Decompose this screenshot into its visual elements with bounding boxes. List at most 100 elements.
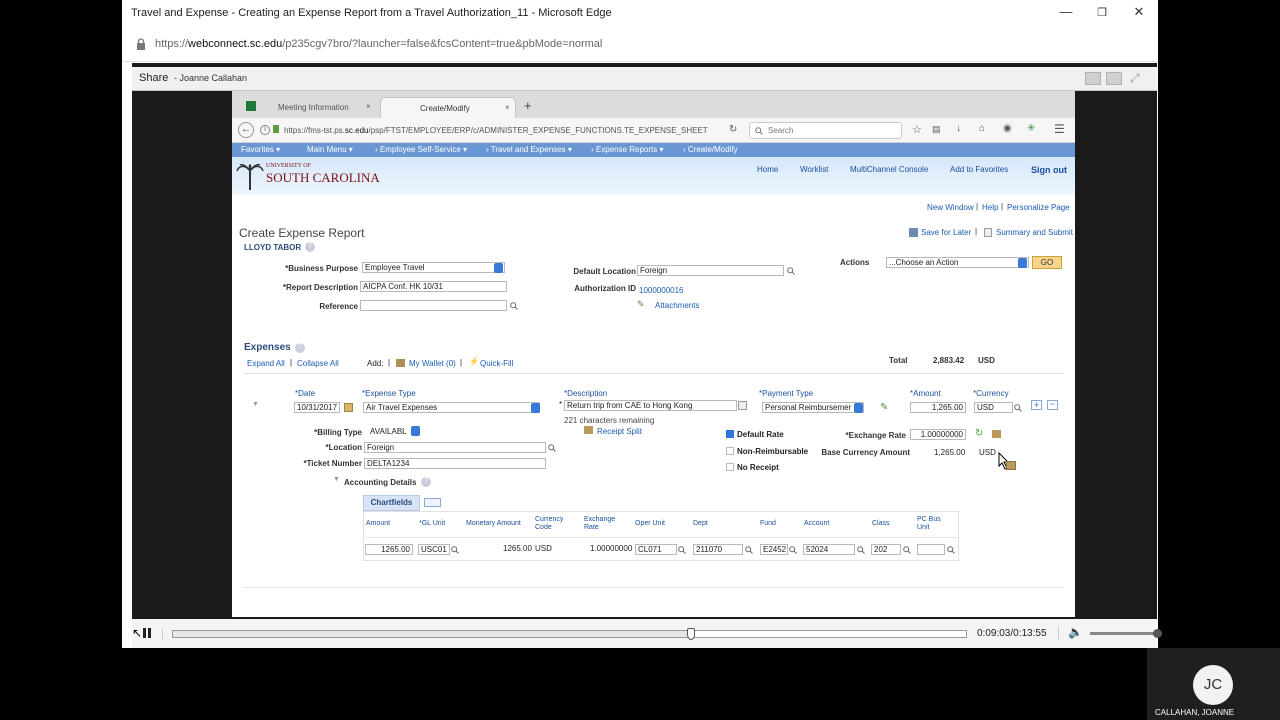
accounting-details-label[interactable]: Accounting Details: [344, 478, 416, 487]
help-icon[interactable]: ?: [305, 242, 315, 252]
chevron-down-icon[interactable]: [531, 403, 540, 413]
inner-search-input[interactable]: Search: [749, 122, 902, 139]
payment-type-select[interactable]: Personal Reimbursemer: [762, 402, 864, 413]
sign-out-link[interactable]: Sign out: [1031, 165, 1067, 175]
inner-url[interactable]: https://fms-tst.ps.sc.edu/psp/FTST/EMPLO…: [284, 126, 708, 135]
home-icon[interactable]: ⌂: [979, 123, 985, 134]
collapse-accounting-icon[interactable]: ▼: [333, 476, 340, 483]
grid-class-input[interactable]: 202: [871, 544, 901, 555]
authorization-id-link[interactable]: 1000000016: [639, 286, 684, 295]
expand-text-icon[interactable]: [738, 401, 747, 410]
bookmark-star-icon[interactable]: ☆: [912, 123, 922, 136]
extension-icon[interactable]: ✳: [1027, 123, 1035, 134]
download-icon[interactable]: ↓: [956, 123, 961, 134]
header-multichannel-link[interactable]: MultiChannel Console: [850, 165, 928, 174]
volume-thumb[interactable]: [1153, 629, 1162, 638]
receipt-split-link[interactable]: Receipt Split: [597, 427, 642, 436]
menu-icon[interactable]: ☰: [1054, 122, 1065, 136]
breadcrumb-expense-reports[interactable]: › Expense Reports ▾: [591, 145, 664, 154]
lookup-icon[interactable]: [947, 546, 955, 554]
pocket-icon[interactable]: ◉: [1003, 123, 1012, 134]
expand-all-link[interactable]: Expand All: [247, 359, 285, 368]
chevron-down-icon[interactable]: [494, 263, 503, 273]
address-bar[interactable]: https://webconnect.sc.edu/p235cgv7bro/?l…: [122, 27, 1158, 62]
chevron-down-icon[interactable]: [411, 426, 420, 436]
new-tab-icon[interactable]: +: [524, 98, 532, 113]
non-reimbursable-checkbox[interactable]: [726, 447, 734, 455]
pause-icon[interactable]: [143, 628, 146, 638]
pause-icon[interactable]: [148, 628, 151, 638]
reload-icon[interactable]: ↻: [729, 124, 737, 135]
delete-row-icon[interactable]: −: [1047, 400, 1058, 410]
lookup-icon[interactable]: [548, 444, 556, 452]
volume-slider[interactable]: [1090, 632, 1156, 635]
header-worklist-link[interactable]: Worklist: [800, 165, 828, 174]
go-button[interactable]: GO: [1032, 256, 1062, 269]
fullscreen-icon[interactable]: ⤢: [1130, 71, 1140, 86]
tab-meeting-information[interactable]: Meeting Information ×: [264, 97, 380, 118]
collapse-all-link[interactable]: Collapse All: [297, 359, 339, 368]
date-input[interactable]: 10/31/2017: [294, 402, 340, 413]
quick-fill-link[interactable]: Quick-Fill: [480, 359, 513, 368]
grid-gl-unit-input[interactable]: USC01: [418, 544, 450, 555]
calendar-icon[interactable]: [344, 403, 353, 412]
grid-account-input[interactable]: 52024: [803, 544, 855, 555]
amount-input[interactable]: 1,265.00: [910, 402, 966, 413]
calculator-icon[interactable]: [992, 430, 1001, 438]
header-home-link[interactable]: Home: [757, 165, 778, 174]
show-all-columns-icon[interactable]: [424, 498, 441, 507]
exchange-rate-input[interactable]: 1.00000000: [910, 429, 966, 440]
breadcrumb-favorites[interactable]: Favorites ▾: [241, 145, 280, 154]
collapse-row-icon[interactable]: ▼: [252, 401, 259, 408]
library-icon[interactable]: ▤: [932, 124, 941, 135]
chevron-down-icon[interactable]: [1018, 258, 1027, 268]
close-icon[interactable]: ✕: [1129, 4, 1149, 20]
breadcrumb-employee-self-service[interactable]: › Employee Self-Service ▾: [375, 145, 467, 154]
add-row-icon[interactable]: +: [1031, 400, 1042, 410]
refresh-icon[interactable]: ↻: [975, 428, 983, 439]
business-purpose-select[interactable]: Employee Travel: [362, 262, 505, 273]
progress-thumb[interactable]: [686, 628, 695, 640]
tab-create-modify[interactable]: Create/Modify ×: [380, 97, 516, 118]
header-add-favorites-link[interactable]: Add to Favorites: [950, 165, 1008, 174]
personalize-page-link[interactable]: Personalize Page: [1007, 203, 1070, 212]
attachments-link[interactable]: Attachments: [655, 301, 699, 310]
help-link[interactable]: Help: [982, 203, 998, 212]
report-description-input[interactable]: AICPA Conf. HK 10/31: [360, 281, 507, 292]
layout-icon[interactable]: [1085, 72, 1101, 85]
lookup-icon[interactable]: [903, 546, 911, 554]
lookup-icon[interactable]: [678, 546, 686, 554]
lookup-icon[interactable]: [745, 546, 753, 554]
summary-submit-link[interactable]: Summary and Submit: [996, 228, 1073, 237]
default-location-input[interactable]: Foreign: [637, 265, 784, 276]
help-icon[interactable]: ?: [421, 477, 431, 487]
grid-fund-input[interactable]: E2452: [760, 544, 788, 555]
expense-type-select[interactable]: Air Travel Expenses: [363, 402, 540, 413]
lookup-icon[interactable]: [787, 267, 795, 275]
new-window-link[interactable]: New Window: [927, 203, 974, 212]
lookup-icon[interactable]: [857, 546, 865, 554]
progress-track[interactable]: [172, 628, 967, 640]
default-rate-checkbox[interactable]: [726, 430, 734, 438]
chevron-down-icon[interactable]: [854, 403, 863, 413]
lookup-icon[interactable]: [1014, 404, 1022, 412]
grid-dept-input[interactable]: 211070: [693, 544, 743, 555]
tab-chartfields[interactable]: Chartfields: [363, 495, 420, 511]
grid-oper-unit-input[interactable]: CL071: [635, 544, 677, 555]
lookup-icon[interactable]: [789, 546, 797, 554]
billing-type-value[interactable]: AVAILABL: [370, 427, 407, 436]
tab-close-icon[interactable]: ×: [505, 103, 510, 112]
minimize-icon[interactable]: —: [1056, 4, 1076, 19]
grid-amount-input[interactable]: 1265.00: [365, 544, 413, 555]
lookup-icon[interactable]: [510, 302, 518, 310]
restore-icon[interactable]: ❐: [1092, 6, 1112, 19]
help-icon[interactable]: ?: [295, 343, 305, 353]
address-url[interactable]: https://webconnect.sc.edu/p235cgv7bro/?l…: [155, 38, 602, 50]
description-input[interactable]: Return trip from CAE to Hong Kong: [564, 400, 737, 411]
layout-alt-icon[interactable]: [1106, 72, 1122, 85]
sidebar-toggle-icon[interactable]: ▶: [123, 337, 128, 345]
breadcrumb-create-modify[interactable]: › Create/Modify: [683, 145, 738, 154]
actions-select[interactable]: ...Choose an Action: [886, 257, 1029, 268]
no-receipt-checkbox[interactable]: [726, 463, 734, 471]
breadcrumb-main-menu[interactable]: Main Menu ▾: [307, 145, 353, 154]
